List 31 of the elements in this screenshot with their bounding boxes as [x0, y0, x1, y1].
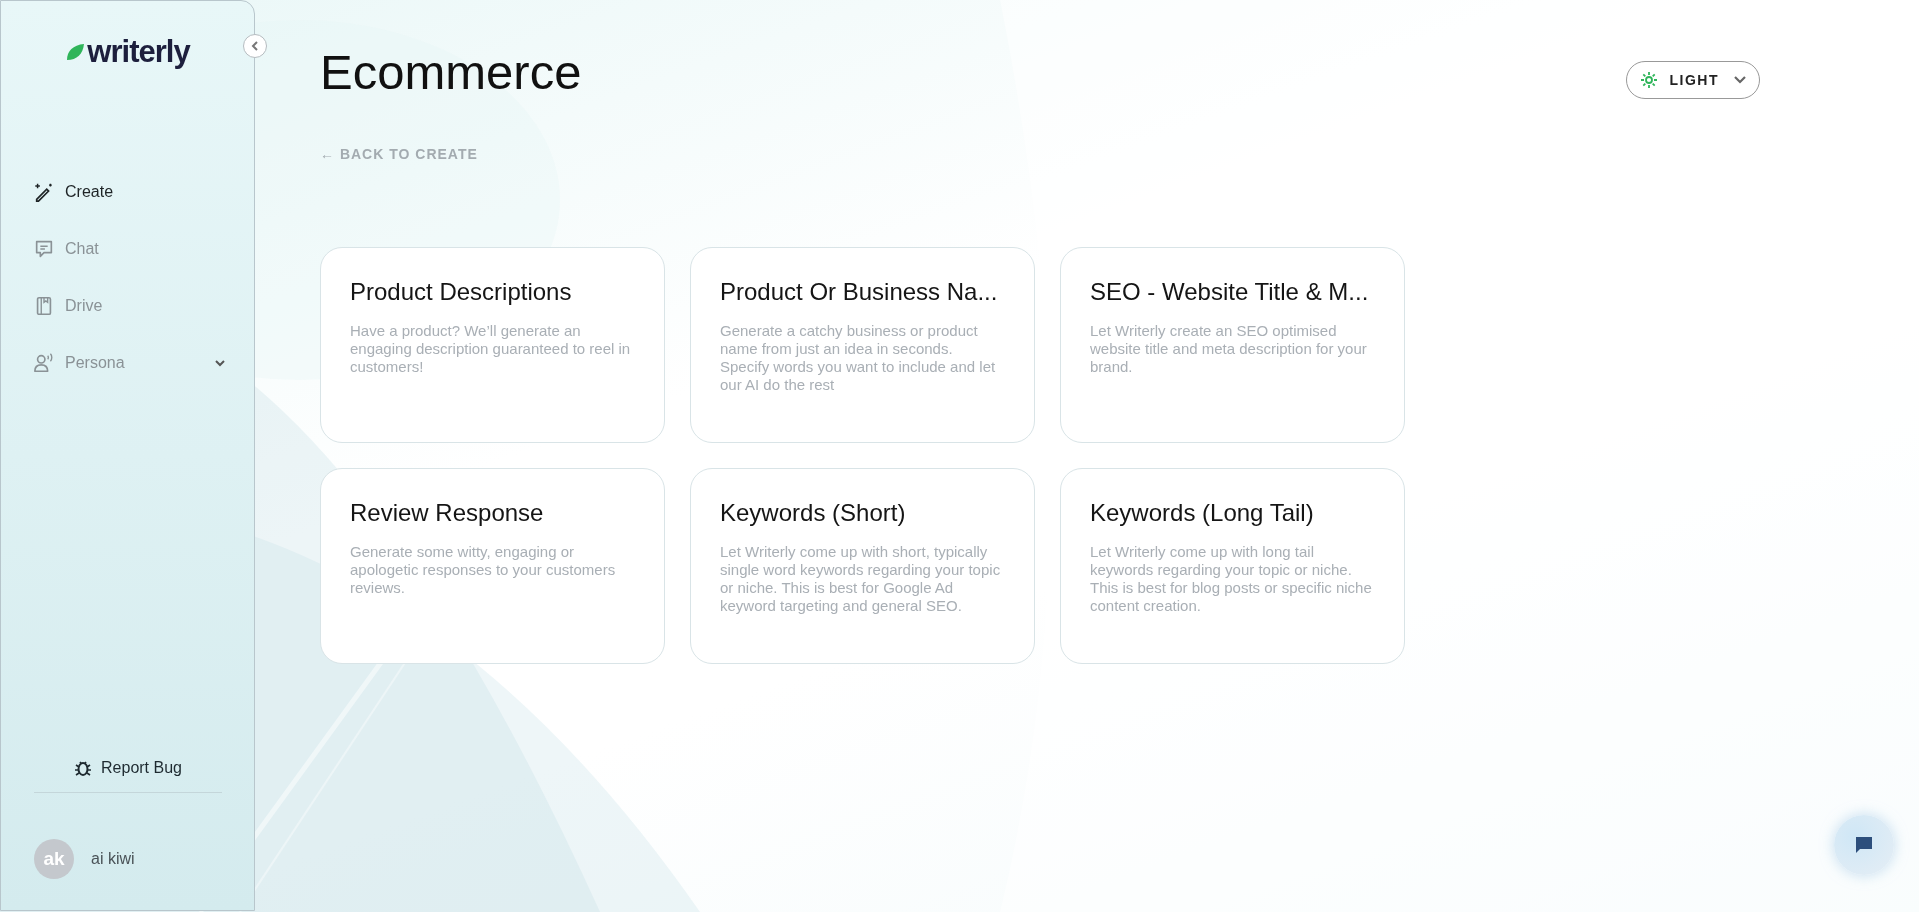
card-title: Keywords (Short): [720, 499, 907, 527]
chevron-left-icon: [249, 40, 261, 52]
chat-button[interactable]: [1834, 815, 1894, 875]
card-description: Let Writerly create an SEO optimised website title and meta description for your brand.: [1090, 322, 1368, 376]
card-title: Keywords (Long Tail): [1090, 499, 1315, 527]
collapse-button[interactable]: [243, 34, 267, 58]
report-bug-button[interactable]: Report Bug: [69, 754, 186, 782]
card-title: Product Or Business Na...: [720, 278, 999, 306]
writerly-logo[interactable]: writerly: [65, 34, 190, 70]
card-title: Product Descriptions: [350, 278, 573, 306]
card-description: Generate a catchy business or product name from just an idea in seconds. Specify words you want to include and let our AI do the rest: [720, 322, 997, 394]
theme-dropdown[interactable]: LIGHT: [1625, 61, 1760, 99]
card-description: Let Writerly come up with long tail keywords regarding your topic or niche. This is best for blog posts or specific niche content creation.: [1090, 543, 1373, 615]
persona-icon: [33, 351, 55, 374]
page-title: Ecommerce: [320, 44, 583, 100]
template-card[interactable]: Keywords (Short) Let Writerly come up with short, typically single word keywords regarding your topic or niche. This is best for Google Ad keyword targeting and general SEO.: [690, 468, 1035, 664]
template-card[interactable]: Product Or Business Na... Generate a catchy business or product name from just an idea in seconds. Specify words you want to include and let our AI do the rest: [690, 247, 1035, 443]
card-description: Have a product? We’ll generate an engaging description guaranteed to reel in customers!: [350, 322, 632, 376]
template-card[interactable]: Review Response Generate some witty, engaging or apologetic responses to your customers reviews.: [320, 468, 665, 664]
card-title: Review Response: [350, 499, 545, 527]
card-title: SEO - Website Title & M...: [1090, 278, 1370, 306]
template-card[interactable]: Keywords (Long Tail) Let Writerly come up with long tail keywords regarding your topic or niche. This is best for blog posts or specific niche content creation.: [1060, 468, 1405, 664]
template-card[interactable]: Product Descriptions Have a product? We’ll generate an engaging description guaranteed to reel in customers!: [320, 247, 665, 443]
chat-bubble-icon: [1853, 834, 1875, 856]
nav-item[interactable]: Create: [33, 170, 226, 213]
card-description: Generate some witty, engaging or apologetic responses to your customers reviews.: [350, 543, 617, 597]
card-description: Let Writerly come up with short, typically single word keywords regarding your topic or niche. This is best for Google Ad keyword targeting and general SEO.: [720, 543, 1002, 615]
sun-icon: [1639, 71, 1658, 89]
leaf-icon: [65, 43, 86, 61]
user-name: ai kiwi: [91, 850, 135, 868]
template-card[interactable]: SEO - Website Title & M... Let Writerly create an SEO optimised website title and meta description for your brand.: [1060, 247, 1405, 443]
